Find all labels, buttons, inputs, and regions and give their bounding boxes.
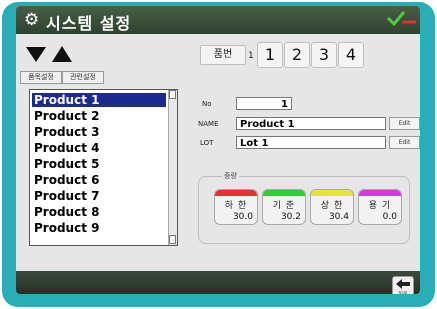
page-button-4[interactable]: 4 — [338, 42, 364, 68]
upper-limit-color-cap — [311, 190, 353, 196]
list-item[interactable]: Product 3 — [32, 125, 166, 139]
container-value: 0.0 — [382, 212, 397, 222]
name-label: NAME — [198, 120, 219, 128]
gear-icon: ⚙ — [24, 10, 40, 30]
device-frame: ⚙ 시스템 설정 품번 1 1 2 3 4 품목설정 관련설정 Product … — [2, 2, 435, 307]
title-bar: ⚙ 시스템 설정 — [16, 6, 420, 34]
lower-limit-label: 하 한 — [224, 201, 248, 211]
list-scrollbar[interactable] — [168, 90, 177, 245]
container-button[interactable]: 용 기 0.0 — [358, 189, 402, 225]
list-item[interactable]: Product 4 — [32, 141, 166, 155]
list-item[interactable]: Product 9 — [32, 221, 166, 235]
page-button-2[interactable]: 2 — [284, 42, 310, 68]
standard-button[interactable]: 기 준 30.2 — [262, 189, 306, 225]
pager-current: 1 — [248, 51, 254, 61]
bottom-bar — [16, 271, 420, 294]
upper-limit-button[interactable]: 상 한 30.4 — [310, 189, 354, 225]
list-item[interactable]: Product 8 — [32, 205, 166, 219]
no-field[interactable]: 1 — [236, 97, 292, 110]
lot-field[interactable]: Lot 1 — [236, 136, 386, 149]
lower-limit-value: 30.0 — [232, 212, 253, 222]
weight-title: 중량 — [222, 171, 239, 181]
page-button-3[interactable]: 3 — [311, 42, 337, 68]
standard-label: 기 준 — [272, 201, 296, 211]
standard-value: 30.2 — [280, 212, 301, 222]
lot-label: LOT — [200, 139, 214, 147]
list-item[interactable]: Product 7 — [32, 189, 166, 203]
container-label: 용 기 — [368, 201, 392, 211]
standard-color-cap — [263, 190, 305, 196]
list-item[interactable]: Product 1 — [32, 93, 166, 107]
window-title: 시스템 설정 — [46, 14, 132, 33]
product-list[interactable]: Product 1 Product 2 Product 3 Product 4 … — [29, 89, 178, 246]
container-color-cap — [359, 190, 401, 196]
lower-limit-button[interactable]: 하 한 30.0 — [214, 189, 258, 225]
no-label: No — [202, 100, 212, 108]
name-field[interactable]: Product 1 — [236, 117, 386, 130]
lower-limit-color-cap — [215, 190, 257, 196]
upper-limit-value: 30.4 — [328, 212, 349, 222]
tab-item-settings[interactable]: 품목설정 — [20, 71, 62, 84]
back-arrow-icon — [396, 279, 410, 289]
lot-edit-button[interactable]: Edit — [389, 136, 420, 149]
name-edit-button[interactable]: Edit — [389, 117, 420, 130]
screen: ⚙ 시스템 설정 품번 1 1 2 3 4 품목설정 관련설정 Product … — [16, 6, 420, 294]
triangle-down-icon[interactable] — [24, 44, 48, 64]
scroll-down-button[interactable] — [169, 235, 176, 244]
list-item[interactable]: Product 2 — [32, 109, 166, 123]
list-item[interactable]: Product 6 — [32, 173, 166, 187]
tab-related-settings[interactable]: 관련설정 — [62, 71, 104, 84]
scroll-up-button[interactable] — [169, 90, 176, 99]
list-item[interactable]: Product 5 — [32, 157, 166, 171]
triangle-up-icon[interactable] — [50, 44, 74, 64]
page-button-1[interactable]: 1 — [257, 42, 283, 68]
logo-check-icon — [386, 11, 416, 26]
back-button[interactable]: 뒤로 — [392, 276, 414, 294]
upper-limit-label: 상 한 — [320, 201, 344, 211]
back-label: 뒤로 — [398, 291, 408, 294]
pager-label: 품번 — [200, 45, 246, 65]
